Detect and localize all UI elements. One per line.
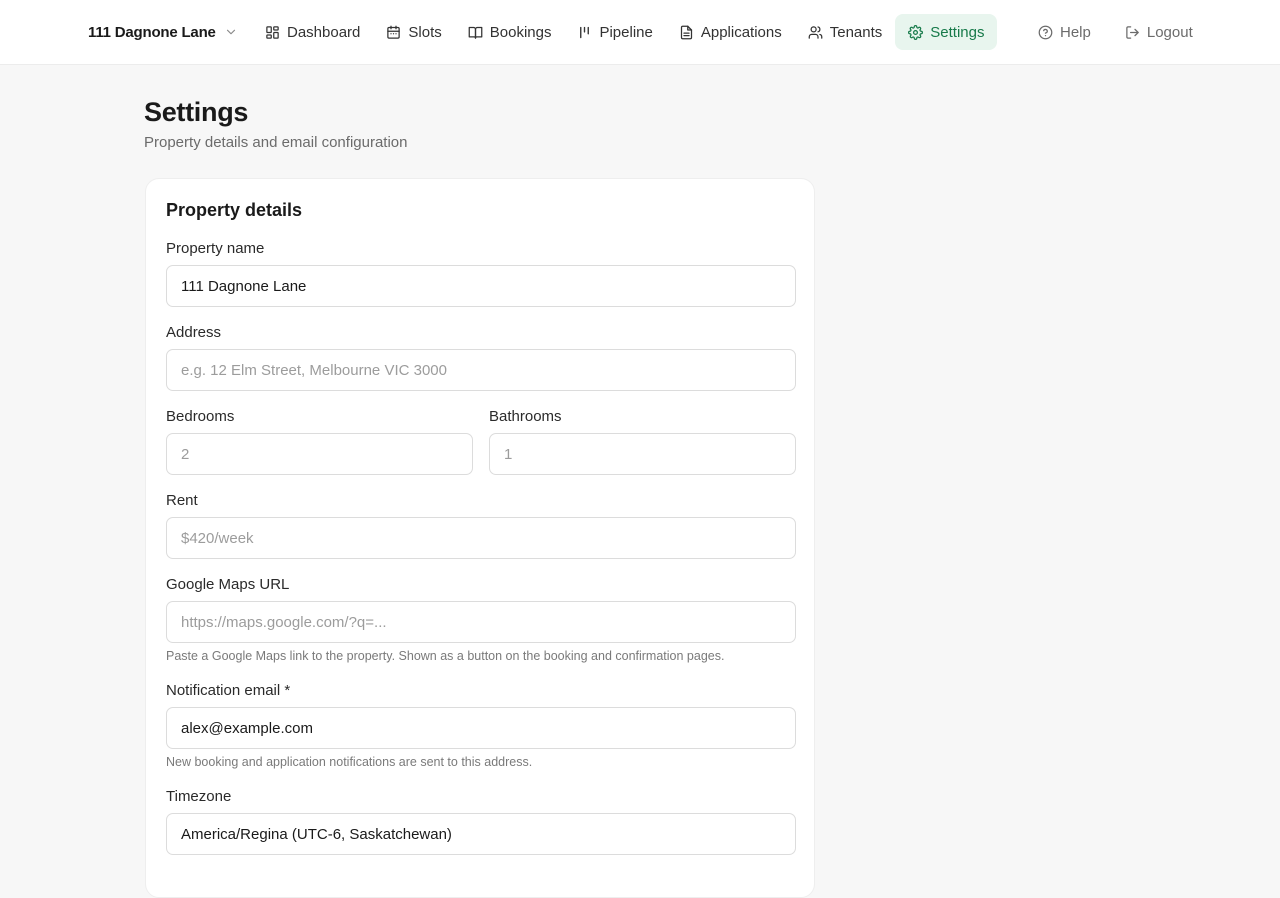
dashboard-icon <box>266 25 279 39</box>
help-icon <box>1038 25 1053 39</box>
main-nav: Dashboard Slots Bookings Pipeline Applic… <box>252 14 998 50</box>
secondary-nav: Help Logout <box>1025 14 1206 50</box>
nav-item-label: Slots <box>408 23 442 41</box>
document-icon <box>680 25 692 39</box>
gear-icon <box>908 24 924 40</box>
nav-item-label: Bookings <box>489 23 552 41</box>
property-name-input[interactable] <box>166 265 796 307</box>
timezone-label: Timezone <box>166 788 232 805</box>
card-title: Property details <box>166 200 303 220</box>
property-details-card: Property details Property name Address B… <box>145 178 815 898</box>
rent-input[interactable] <box>166 517 796 559</box>
nav-item-dashboard[interactable]: Dashboard <box>252 14 373 50</box>
page-title: Settings <box>144 97 249 127</box>
nav-item-bookings[interactable]: Bookings <box>455 14 565 50</box>
address-label: Address <box>166 324 222 341</box>
nav-item-settings[interactable]: Settings <box>895 14 998 50</box>
address-input[interactable] <box>166 349 796 391</box>
nav-item-label: Pipeline <box>599 23 653 41</box>
nav-item-slots[interactable]: Slots <box>373 14 454 50</box>
users-icon <box>808 25 823 39</box>
nav-item-label: Settings <box>930 23 985 41</box>
maps-url-label: Google Maps URL <box>166 576 290 593</box>
nav-item-label: Help <box>1060 23 1091 41</box>
page-subtitle: Property details and email configuration <box>144 134 408 151</box>
book-icon <box>468 26 483 39</box>
bathrooms-label: Bathrooms <box>489 408 562 425</box>
top-navigation-bar: 111 Dagnone Lane Dashboard Slots Booking… <box>0 0 1280 65</box>
rent-label: Rent <box>166 492 198 509</box>
nav-item-applications[interactable]: Applications <box>666 14 795 50</box>
nav-item-logout[interactable]: Logout <box>1112 14 1206 50</box>
nav-item-label: Logout <box>1146 23 1193 41</box>
maps-url-hint: Paste a Google Maps link to the property… <box>166 649 725 663</box>
chevron-down-icon <box>226 29 235 35</box>
property-switcher-label: 111 Dagnone Lane <box>88 23 216 41</box>
logout-icon <box>1126 25 1139 39</box>
nav-item-label: Applications <box>700 23 782 41</box>
notification-email-input[interactable] <box>166 707 796 749</box>
nav-item-pipeline[interactable]: Pipeline <box>564 14 665 50</box>
pipeline-icon <box>580 26 590 38</box>
nav-item-label: Tenants <box>829 23 883 41</box>
calendar-icon <box>387 25 401 39</box>
property-switcher[interactable]: 111 Dagnone Lane <box>88 20 238 44</box>
bedrooms-label: Bedrooms <box>166 408 235 425</box>
bathrooms-input[interactable] <box>489 433 796 475</box>
nav-item-label: Dashboard <box>287 23 361 41</box>
timezone-input[interactable] <box>166 813 796 855</box>
bedrooms-input[interactable] <box>166 433 473 475</box>
nav-item-tenants[interactable]: Tenants <box>795 14 896 50</box>
property-name-label: Property name <box>166 240 265 257</box>
nav-item-help[interactable]: Help <box>1025 14 1104 50</box>
maps-url-input[interactable] <box>166 601 796 643</box>
notification-email-label: Notification email * <box>166 682 291 699</box>
notification-email-hint: New booking and application notification… <box>166 755 533 769</box>
